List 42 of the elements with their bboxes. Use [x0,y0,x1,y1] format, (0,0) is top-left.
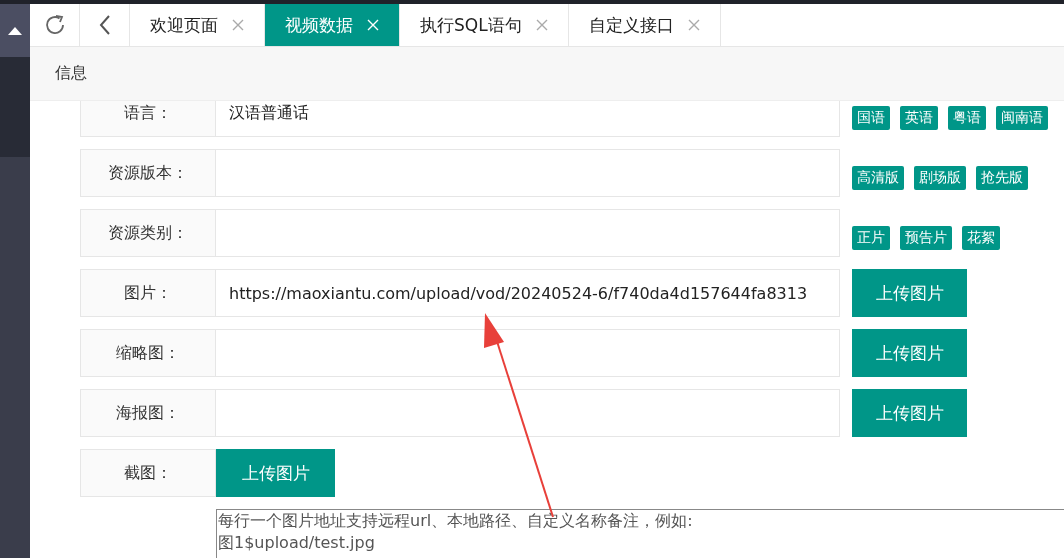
tab[interactable]: 自定义接口 [568,4,721,46]
input-field[interactable] [216,389,840,437]
caret-up-icon [8,26,22,35]
field-label: 海报图： [80,389,216,437]
input-field[interactable]: 汉语普通话 [216,101,840,137]
input-field[interactable] [216,149,840,197]
field-label: 资源类别： [80,209,216,257]
tab-label: 欢迎页面 [150,13,218,37]
tag[interactable]: 剧场版 [914,166,966,190]
field-label: 图片： [80,269,216,317]
tag[interactable]: 高清版 [852,166,904,190]
section-title: 信息 [55,63,87,84]
close-icon[interactable] [535,19,548,31]
field-label: 语言： [80,101,216,137]
close-icon[interactable] [232,19,244,31]
tag[interactable]: 英语 [900,106,938,130]
upload-button[interactable]: 上传图片 [852,269,967,317]
textarea-field[interactable]: 每行一个图片地址支持远程url、本地路径、自定义名称备注，例如: 图1$upload/test.jpg [216,509,1064,558]
tag[interactable]: 国语 [852,106,890,130]
upload-button[interactable]: 上传图片 [852,389,967,437]
tab-label: 自定义接口 [588,13,674,37]
input-field[interactable] [216,329,840,377]
tag[interactable]: 花絮 [962,226,1000,250]
tag[interactable]: 粤语 [948,106,986,130]
input-field[interactable] [216,209,840,257]
tag[interactable]: 闽南语 [996,106,1048,130]
input-field[interactable]: https://maoxiantu.com/upload/vod/20240524-6/f740da4d157644fa8313 [216,269,840,317]
close-icon[interactable] [687,19,700,31]
field-label: 截图： [80,449,216,497]
tag[interactable]: 正片 [852,226,890,250]
chevron-left-icon [98,15,111,35]
upload-button[interactable]: 上传图片 [852,329,967,377]
field-label: 缩略图： [80,329,216,377]
tab-label: 执行SQL语句 [420,13,522,37]
tab[interactable]: 执行SQL语句 [400,4,569,46]
tag[interactable]: 抢先版 [976,166,1028,190]
field-label: 资源版本： [80,149,216,197]
tab[interactable]: 视频数据 [265,4,400,46]
sidebar-toggle[interactable] [0,4,30,57]
tag[interactable]: 预告片 [900,226,952,250]
tab-label: 视频数据 [285,13,353,37]
upload-button[interactable]: 上传图片 [216,449,335,497]
